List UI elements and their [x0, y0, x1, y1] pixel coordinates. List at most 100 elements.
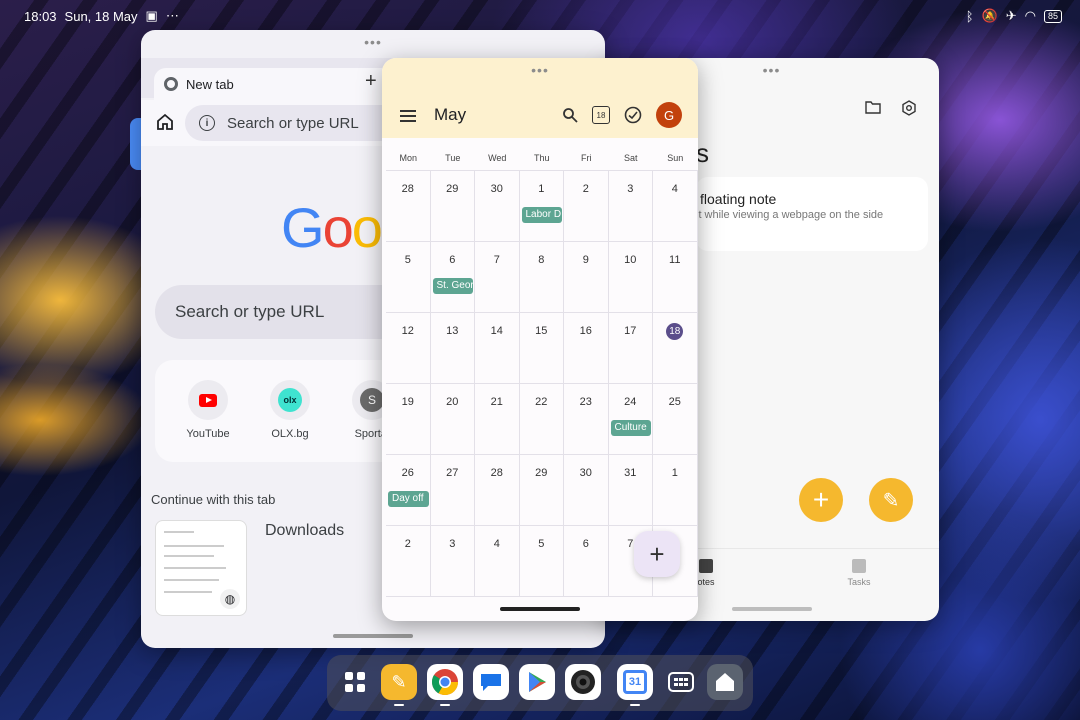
weekday-header: Mon Tue Wed Thu Fri Sat Sun: [386, 153, 698, 163]
day-cell[interactable]: 30: [475, 171, 520, 242]
avatar[interactable]: G: [656, 102, 682, 128]
search-box[interactable]: Search or type URL: [155, 285, 415, 339]
shortcut-olx[interactable]: olx OLX.bg: [255, 380, 325, 440]
notes-app-icon[interactable]: ✎: [381, 664, 417, 706]
day-number: 7: [627, 538, 634, 550]
event-chip[interactable]: Culture: [610, 420, 651, 436]
gesture-bar[interactable]: [500, 607, 580, 611]
tasks-icon: [852, 559, 866, 573]
day-cell[interactable]: 8: [519, 242, 564, 313]
day-cell[interactable]: 11: [653, 242, 698, 313]
day-number: 30: [579, 467, 592, 479]
day-number: 8: [538, 254, 545, 266]
camera-app-icon[interactable]: [565, 664, 601, 700]
event-chip[interactable]: St. Geor: [432, 278, 473, 294]
day-number: 9: [582, 254, 589, 266]
window-drag-handle[interactable]: •••: [763, 63, 781, 77]
month-title[interactable]: May: [434, 105, 466, 125]
shortcut-youtube[interactable]: YouTube: [173, 380, 243, 440]
day-cell[interactable]: 23: [564, 384, 609, 455]
gesture-bar[interactable]: [731, 607, 812, 611]
app-drawer-icon[interactable]: [337, 664, 373, 700]
day-cell[interactable]: 27: [430, 455, 475, 526]
day-cell[interactable]: 15: [519, 313, 564, 384]
day-cell[interactable]: 1: [653, 455, 698, 526]
settings-icon[interactable]: [901, 100, 917, 116]
note-card[interactable]: floating note it while viewing a webpage…: [696, 177, 928, 251]
day-cell[interactable]: 28: [475, 455, 520, 526]
day-cell[interactable]: 2: [564, 171, 609, 242]
day-cell[interactable]: 6: [564, 526, 609, 597]
gesture-bar[interactable]: [333, 634, 413, 638]
day-number: 16: [579, 325, 592, 337]
day-cell[interactable]: 29: [519, 455, 564, 526]
day-cell[interactable]: 4: [653, 171, 698, 242]
continue-item-title[interactable]: Downloads: [265, 522, 344, 540]
day-cell[interactable]: 21: [475, 384, 520, 455]
home-app-icon[interactable]: [707, 664, 743, 700]
chrome-app-icon[interactable]: [427, 664, 463, 706]
handwriting-button[interactable]: ✎: [869, 478, 913, 522]
day-number: 19: [401, 396, 414, 408]
day-cell[interactable]: 25: [653, 384, 698, 455]
add-note-button[interactable]: +: [799, 478, 843, 522]
day-number: 4: [493, 538, 500, 550]
day-cell[interactable]: 7: [475, 242, 520, 313]
day-number: 1: [538, 183, 545, 195]
multitask-icon[interactable]: [663, 664, 699, 700]
weekday-label: Thu: [533, 153, 550, 163]
overflow-icon: ⋯: [165, 8, 179, 23]
day-cell[interactable]: 5: [386, 242, 431, 313]
day-cell[interactable]: 14: [475, 313, 520, 384]
day-cell[interactable]: 28: [386, 171, 431, 242]
info-icon[interactable]: i: [199, 115, 215, 131]
window-drag-handle[interactable]: •••: [364, 35, 382, 49]
folder-icon[interactable]: [865, 100, 881, 114]
status-bar: 18:03 Sun, 18 May ▣ ⋯ ᛒ 🔕 ✈ ◠ 85: [0, 0, 1080, 32]
window-drag-handle[interactable]: •••: [531, 63, 549, 77]
day-cell[interactable]: 31: [608, 455, 653, 526]
day-cell[interactable]: 20: [430, 384, 475, 455]
home-icon[interactable]: [155, 112, 175, 132]
calendar-app-icon[interactable]: 31: [617, 664, 653, 706]
google-logo: Goo: [281, 195, 383, 260]
day-cell[interactable]: 12: [386, 313, 431, 384]
day-cell[interactable]: 13: [430, 313, 475, 384]
day-cell[interactable]: 10: [608, 242, 653, 313]
new-tab-button[interactable]: +: [365, 70, 377, 93]
globe-icon: ◍: [220, 589, 240, 609]
note-snippet: it while viewing a webpage on the side: [696, 209, 884, 221]
omnibox-placeholder: Search or type URL: [227, 114, 359, 132]
play-store-icon[interactable]: [519, 664, 555, 700]
day-cell[interactable]: 3: [608, 171, 653, 242]
day-cell[interactable]: 30: [564, 455, 609, 526]
calendar-window[interactable]: ••• May 18 G Mon Tue Wed Thu Fri Sat Sun 28 29 3…: [382, 58, 698, 621]
today-icon[interactable]: 18: [592, 106, 610, 124]
shortcut-label: OLX.bg: [271, 428, 309, 440]
day-cell[interactable]: 19: [386, 384, 431, 455]
day-cell[interactable]: 29: [430, 171, 475, 242]
day-cell[interactable]: 3: [430, 526, 475, 597]
wifi-icon: ◠: [1024, 8, 1036, 23]
day-cell[interactable]: 9: [564, 242, 609, 313]
search-icon[interactable]: [562, 107, 578, 123]
mute-icon: 🔕: [981, 8, 998, 23]
event-chip[interactable]: Day off: [388, 491, 429, 507]
day-cell[interactable]: 22: [519, 384, 564, 455]
menu-icon[interactable]: [400, 110, 416, 122]
day-cell[interactable]: 5: [519, 526, 564, 597]
day-cell[interactable]: 2: [386, 526, 431, 597]
tab-thumbnail[interactable]: ◍: [155, 520, 247, 616]
day-cell[interactable]: 4: [475, 526, 520, 597]
nav-tasks[interactable]: Tasks: [829, 559, 889, 587]
date: Sun, 18 May: [64, 8, 138, 24]
day-cell[interactable]: 16: [564, 313, 609, 384]
day-cell[interactable]: 17: [608, 313, 653, 384]
day-number: 6: [449, 254, 456, 266]
day-number: 15: [535, 325, 548, 337]
tasks-check-icon[interactable]: [624, 106, 642, 124]
event-chip[interactable]: Labor D: [521, 207, 562, 223]
day-cell[interactable]: 18: [653, 313, 698, 384]
messages-app-icon[interactable]: [473, 664, 509, 700]
create-event-button[interactable]: +: [634, 531, 680, 577]
